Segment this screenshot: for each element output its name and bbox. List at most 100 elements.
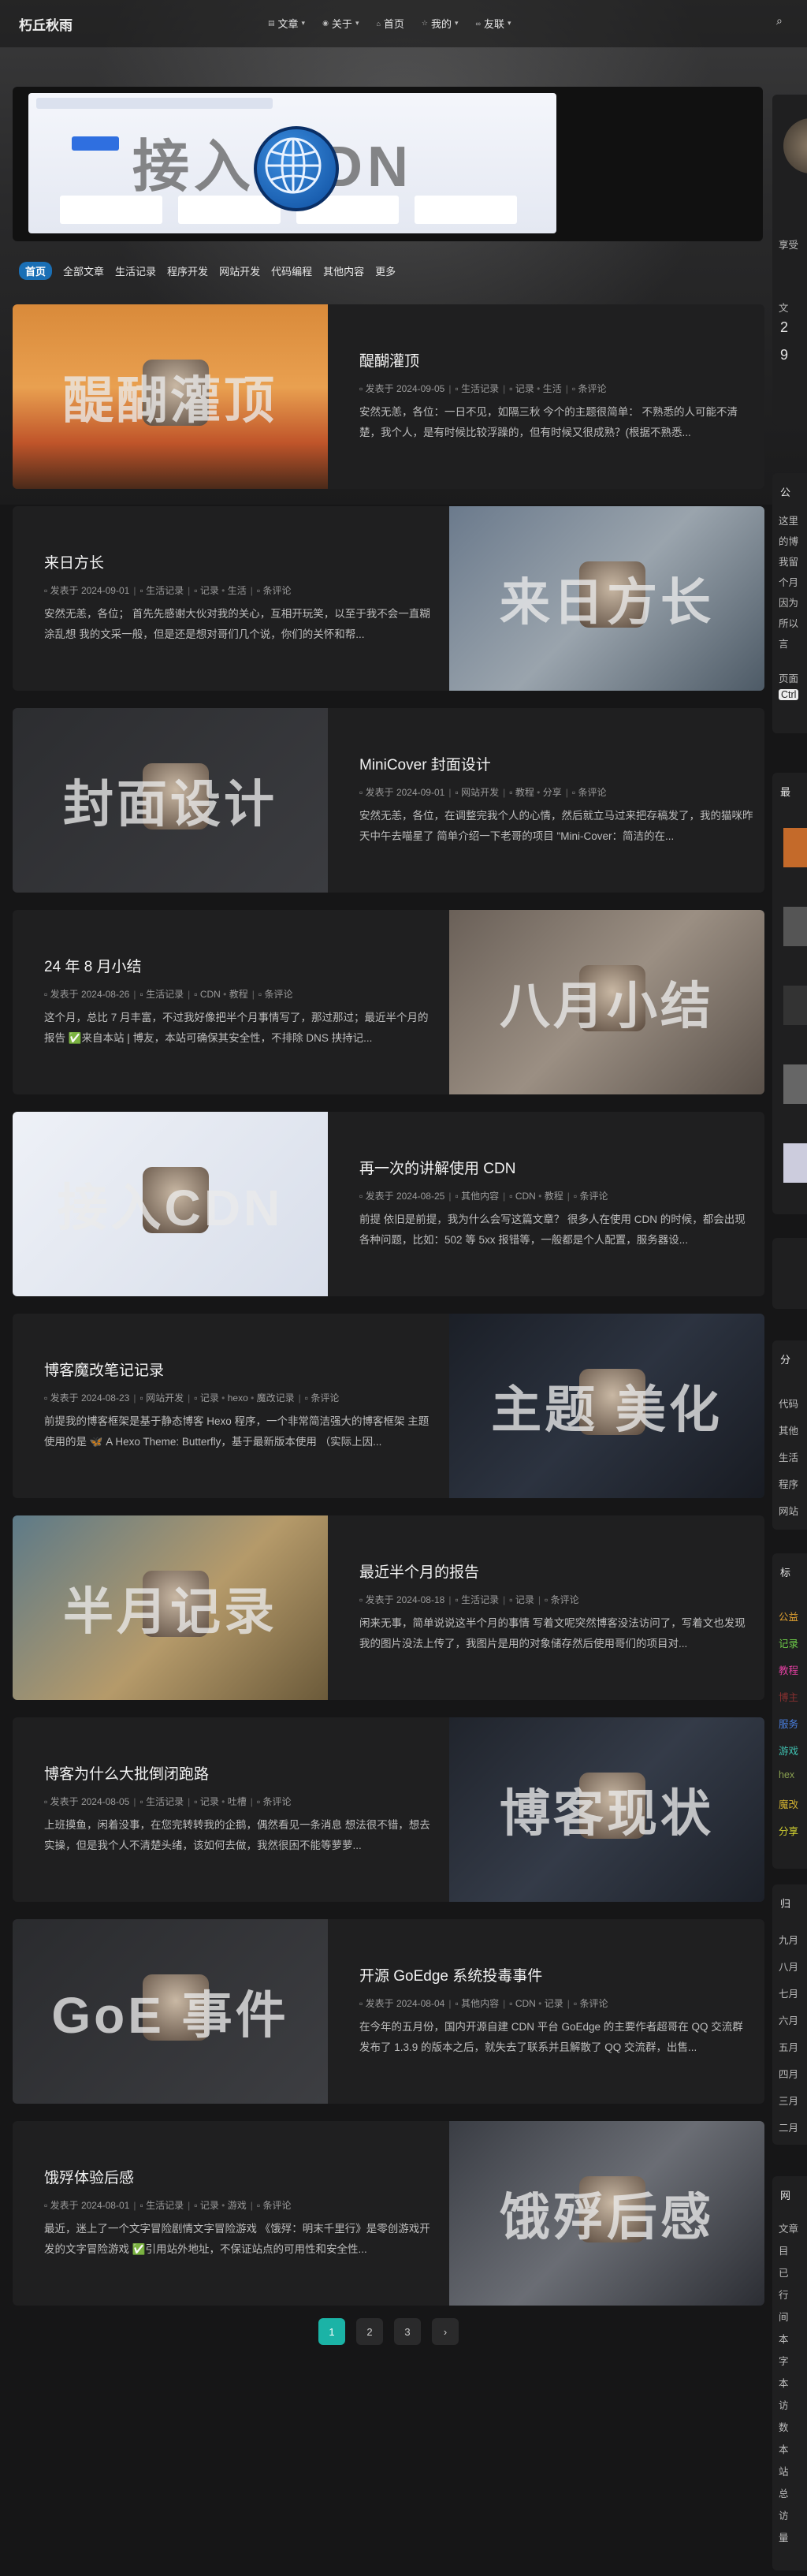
post-cover[interactable]: 封面设计 (13, 708, 328, 893)
post-title[interactable]: 醍醐灌顶 (359, 349, 419, 371)
post-tag[interactable]: 魔改记录 (257, 1392, 295, 1404)
post-category[interactable]: 生活记录 (146, 1796, 184, 1807)
post-category[interactable]: 生活记录 (146, 989, 184, 1000)
recent-thumb[interactable] (783, 986, 807, 1025)
nav-item-home[interactable]: ⌂ 首页 (376, 16, 404, 31)
post-cover[interactable]: 醍醐灌顶 (13, 304, 328, 489)
recent-thumb[interactable] (783, 1064, 807, 1104)
post-title[interactable]: 开源 GoEdge 系统投毒事件 (359, 1964, 542, 1985)
post-comments[interactable]: 条评论 (579, 1191, 608, 1202)
post-tag[interactable]: 记录 (200, 2200, 219, 2211)
post-tag[interactable]: 记录 (515, 383, 534, 394)
post-title[interactable]: 饿殍体验后感 (44, 2166, 134, 2187)
post-cover[interactable]: 八月小结 (449, 910, 764, 1094)
tab-home[interactable]: 首页 (19, 262, 53, 280)
post-card[interactable]: 来日方长 来日方长 ▫ 发表于 2024-09-01 | ▫ 生活记录 | ▫ 记录 • 生… (13, 506, 764, 691)
post-comments[interactable]: 条评论 (262, 585, 291, 596)
page-1-button[interactable]: 1 (318, 2318, 345, 2345)
tab-other[interactable]: 其他内容 (323, 263, 364, 278)
post-tag[interactable]: 生活 (543, 383, 562, 394)
post-title[interactable]: 再一次的讲解使用 CDN (359, 1157, 515, 1178)
post-tag[interactable]: 教程 (545, 1191, 563, 1202)
post-category[interactable]: 生活记录 (461, 1594, 499, 1605)
page-3-button[interactable]: 3 (394, 2318, 421, 2345)
tab-web-dev[interactable]: 网站开发 (219, 263, 260, 278)
post-card[interactable]: 接入CDN 再一次的讲解使用 CDN ▫ 发表于 2024-08-25 | ▫ 其他内容… (13, 1112, 764, 1296)
tab-programming[interactable]: 程序开发 (167, 263, 208, 278)
post-body: MiniCover 封面设计 ▫ 发表于 2024-09-01 | ▫ 网站开发 | ▫ … (359, 708, 764, 893)
post-title[interactable]: 博客魔改笔记记录 (44, 1359, 164, 1380)
post-card[interactable]: 醍醐灌顶 醍醐灌顶 ▫ 发表于 2024-09-05 | ▫ 生活记录 | ▫ 记录 • 生… (13, 304, 764, 489)
post-cover[interactable]: GoE 事件 (13, 1919, 328, 2104)
post-tag[interactable]: 教程 (229, 989, 248, 1000)
post-tag[interactable]: 教程 (515, 787, 534, 798)
recent-thumb[interactable] (783, 828, 807, 867)
post-tag[interactable]: 游戏 (228, 2200, 247, 2211)
post-tag[interactable]: hexo (228, 1392, 248, 1404)
post-cover[interactable]: 主题 美化 (449, 1314, 764, 1498)
search-icon[interactable]: ⌕ (776, 14, 783, 28)
post-tag[interactable]: CDN (515, 1191, 536, 1202)
recent-thumb[interactable] (783, 907, 807, 946)
post-title[interactable]: 博客为什么大批倒闭跑路 (44, 1762, 209, 1784)
post-comments[interactable]: 条评论 (578, 383, 606, 394)
post-cover[interactable]: 接入CDN (13, 1112, 328, 1296)
recent-thumb[interactable] (783, 1143, 807, 1183)
post-title[interactable]: 来日方长 (44, 551, 104, 572)
post-comments[interactable]: 条评论 (262, 1796, 291, 1807)
post-tag[interactable]: 记录 (200, 1796, 219, 1807)
post-comments[interactable]: 条评论 (551, 1594, 579, 1605)
nav-item-about[interactable]: ◉ 关于 ▾ (322, 16, 359, 31)
post-tag[interactable]: 记录 (515, 1594, 534, 1605)
post-comments[interactable]: 条评论 (311, 1392, 339, 1404)
post-card[interactable]: 八月小结 24 年 8 月小结 ▫ 发表于 2024-08-26 | ▫ 生活记录 | ▫ … (13, 910, 764, 1094)
tab-coding[interactable]: 代码编程 (271, 263, 312, 278)
tab-all-articles[interactable]: 全部文章 (63, 263, 104, 278)
post-card[interactable]: 主题 美化 博客魔改笔记记录 ▫ 发表于 2024-08-23 | ▫ 网站开发 | ▫ 记… (13, 1314, 764, 1498)
post-tag[interactable]: 吐槽 (228, 1796, 247, 1807)
post-tag[interactable]: 记录 (200, 1392, 219, 1404)
post-card[interactable]: GoE 事件 开源 GoEdge 系统投毒事件 ▫ 发表于 2024-08-04 | ▫… (13, 1919, 764, 2104)
post-category[interactable]: 生活记录 (461, 383, 499, 394)
next-page-button[interactable]: › (432, 2318, 459, 2345)
post-cover[interactable]: 半月记录 (13, 1515, 328, 1700)
post-card[interactable]: 半月记录 最近半个月的报告 ▫ 发表于 2024-08-18 | ▫ 生活记录 | ▫ 记录… (13, 1515, 764, 1700)
post-card[interactable]: 饿殍后感 饿殍体验后感 ▫ 发表于 2024-08-01 | ▫ 生活记录 | ▫ 记录 •… (13, 2121, 764, 2306)
post-tag[interactable]: 记录 (545, 1998, 563, 2009)
post-comments[interactable]: 条评论 (578, 787, 606, 798)
post-card[interactable]: 博客现状 博客为什么大批倒闭跑路 ▫ 发表于 2024-08-05 | ▫ 生活记录 | ▫… (13, 1717, 764, 1902)
post-category[interactable]: 其他内容 (461, 1998, 499, 2009)
site-info-item: 本 (779, 2444, 789, 2455)
post-card[interactable]: 封面设计 MiniCover 封面设计 ▫ 发表于 2024-09-01 | ▫ 网站开… (13, 708, 764, 893)
post-date: 发表于 2024-08-05 (50, 1796, 130, 1807)
post-title[interactable]: MiniCover 封面设计 (359, 753, 491, 774)
site-brand[interactable]: 朽丘秋雨 (19, 14, 73, 34)
nav-item-articles[interactable]: ▤ 文章 ▾ (268, 16, 305, 31)
post-title[interactable]: 24 年 8 月小结 (44, 955, 142, 976)
post-tag[interactable]: CDN (515, 1998, 536, 2009)
nav-item-mine[interactable]: ☆ 我的 ▾ (422, 16, 459, 31)
post-cover[interactable]: 博客现状 (449, 1717, 764, 1902)
post-category[interactable]: 其他内容 (461, 1191, 499, 1202)
nav-item-friends[interactable]: ∞ 友联 ▾ (476, 16, 511, 31)
page-2-button[interactable]: 2 (356, 2318, 383, 2345)
avatar[interactable] (783, 118, 807, 173)
post-comments[interactable]: 条评论 (264, 989, 292, 1000)
post-comments[interactable]: 条评论 (579, 1998, 608, 2009)
post-category[interactable]: 生活记录 (146, 2200, 184, 2211)
tab-life[interactable]: 生活记录 (115, 263, 156, 278)
post-comments[interactable]: 条评论 (262, 2200, 291, 2211)
tab-more[interactable]: 更多 (375, 263, 396, 278)
post-title[interactable]: 最近半个月的报告 (359, 1560, 479, 1582)
post-category[interactable]: 网站开发 (146, 1392, 184, 1404)
post-category[interactable]: 网站开发 (461, 787, 499, 798)
post-tag[interactable]: 生活 (228, 585, 247, 596)
post-tag[interactable]: CDN (200, 989, 221, 1000)
post-cover[interactable]: 饿殍后感 (449, 2121, 764, 2306)
featured-banner[interactable]: 接入 CDN (13, 87, 763, 241)
tag-title: 标 (780, 1567, 791, 1579)
post-category[interactable]: 生活记录 (146, 585, 184, 596)
post-tag[interactable]: 分享 (543, 787, 562, 798)
post-tag[interactable]: 记录 (200, 585, 219, 596)
post-cover[interactable]: 来日方长 (449, 506, 764, 691)
